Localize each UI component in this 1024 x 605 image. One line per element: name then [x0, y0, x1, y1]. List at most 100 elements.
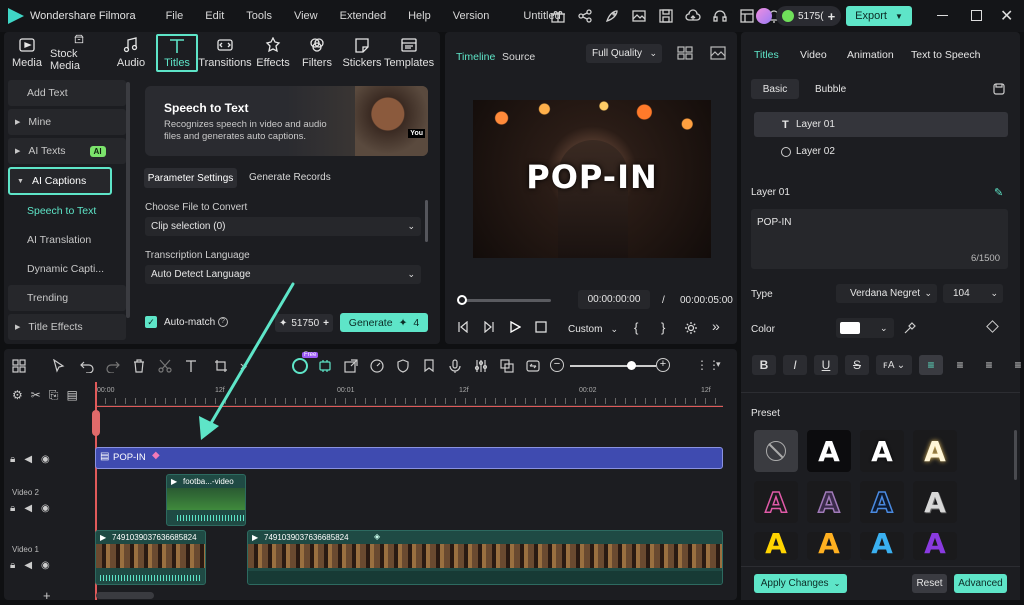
- export-button[interactable]: Export ▼: [846, 6, 912, 26]
- tab-source[interactable]: Source: [502, 51, 535, 63]
- menu-edit[interactable]: Edit: [205, 10, 224, 22]
- user-avatar[interactable]: [756, 8, 772, 24]
- save-preset-icon[interactable]: [993, 83, 1005, 95]
- text-case-button[interactable]: ꜰA ⌄: [876, 355, 912, 375]
- video1-clip-b[interactable]: ▶ 7491039037636685824 ◈: [247, 530, 723, 585]
- tab-filters[interactable]: Filters: [294, 34, 340, 72]
- sidebar-item-speech-to-text[interactable]: Speech to Text: [8, 198, 126, 224]
- tab-titles-inspector[interactable]: Titles: [754, 49, 800, 61]
- video-preview[interactable]: POP-IN: [473, 100, 711, 258]
- timeline-scrollbar[interactable]: [96, 592, 154, 599]
- zoom-select[interactable]: Custom ⌄: [564, 320, 622, 338]
- tab-generate-records[interactable]: Generate Records: [249, 172, 331, 183]
- file-select[interactable]: Clip selection (0) ⌄: [145, 217, 421, 236]
- params-scrollbar[interactable]: [425, 200, 428, 242]
- hide-icon[interactable]: ◉: [41, 560, 50, 571]
- preset-shadow-white[interactable]: A: [860, 430, 904, 472]
- snapshot-icon[interactable]: [710, 46, 726, 60]
- automatch-checkbox[interactable]: ✓: [145, 316, 157, 328]
- mark-in-icon[interactable]: {: [634, 320, 638, 335]
- lock-icon[interactable]: 🔒︎: [10, 454, 15, 465]
- ai-copilot-icon[interactable]: [318, 359, 332, 373]
- bold-button[interactable]: B: [752, 355, 776, 375]
- preset-glow-cream[interactable]: A: [913, 430, 957, 472]
- italic-button[interactable]: I: [783, 355, 807, 375]
- mark-out-icon[interactable]: }: [661, 320, 665, 335]
- preset-scrollbar[interactable]: [1014, 430, 1017, 480]
- eyedropper-icon[interactable]: [904, 322, 916, 334]
- preset-plain-white[interactable]: A: [807, 430, 851, 472]
- lock-icon[interactable]: 🔒︎: [10, 503, 15, 514]
- mixer-icon[interactable]: [474, 359, 488, 373]
- undo-icon[interactable]: [80, 359, 94, 373]
- mute-icon[interactable]: ◀: [24, 560, 32, 571]
- unlink-icon[interactable]: ✂: [31, 388, 41, 403]
- mute-icon[interactable]: ◀: [24, 454, 32, 465]
- menu-help[interactable]: Help: [408, 10, 431, 22]
- tab-animation-inspector[interactable]: Animation: [847, 49, 911, 61]
- preset-sky-blue[interactable]: A: [860, 532, 904, 560]
- zoom-out-icon[interactable]: −: [550, 358, 564, 372]
- title-text-area[interactable]: POP-IN 6/1500: [751, 209, 1008, 269]
- zoom-slider[interactable]: [570, 365, 656, 367]
- subtab-basic[interactable]: Basic: [751, 79, 799, 99]
- select-tool-icon[interactable]: [52, 359, 66, 373]
- subtab-bubble[interactable]: Bubble: [815, 84, 846, 95]
- save-icon[interactable]: [658, 8, 674, 24]
- replace-icon[interactable]: [500, 359, 514, 373]
- tab-effects[interactable]: Effects: [252, 34, 294, 72]
- advanced-button[interactable]: Advanced: [954, 574, 1007, 593]
- preset-neon-pink[interactable]: A: [754, 481, 798, 523]
- tab-timeline[interactable]: Timeline: [456, 51, 495, 63]
- close-icon[interactable]: ✕: [1000, 6, 1013, 26]
- headset-icon[interactable]: [712, 8, 728, 24]
- zoom-slider-handle[interactable]: [627, 361, 636, 370]
- video1-clip-a[interactable]: ▶ 7491039037636685824: [95, 530, 206, 585]
- gift-icon[interactable]: [550, 8, 566, 24]
- video2-clip[interactable]: ▶ footba...-video: [166, 474, 246, 526]
- fit-icon[interactable]: [526, 359, 540, 373]
- tab-parameter-settings[interactable]: Parameter Settings: [144, 168, 237, 188]
- align-left-button[interactable]: ≡: [919, 355, 943, 375]
- sidebar-scrollbar[interactable]: [126, 82, 130, 318]
- preset-yellow[interactable]: A: [754, 532, 798, 560]
- tab-audio[interactable]: Audio: [108, 34, 154, 72]
- tab-titles[interactable]: Titles: [156, 34, 198, 72]
- maximize-button[interactable]: [971, 10, 982, 21]
- grid-view-icon[interactable]: [677, 46, 693, 60]
- menu-version[interactable]: Version: [453, 10, 490, 22]
- settings-icon[interactable]: ⚙: [12, 388, 23, 403]
- layout-toggle-icon[interactable]: [12, 359, 26, 373]
- shield-icon[interactable]: [396, 359, 410, 373]
- align-right-button[interactable]: ≡: [977, 355, 1001, 375]
- playhead-handle[interactable]: [92, 410, 100, 436]
- tab-transitions[interactable]: Transitions: [198, 34, 252, 72]
- hide-icon[interactable]: ◉: [41, 503, 50, 514]
- cut-icon[interactable]: [158, 359, 172, 373]
- sidebar-item-add-text[interactable]: Add Text: [8, 80, 126, 106]
- stop-icon[interactable]: [535, 321, 547, 333]
- collapse-icon[interactable]: ▤: [66, 388, 77, 403]
- preset-silver[interactable]: A: [913, 481, 957, 523]
- layout-icon[interactable]: [739, 8, 755, 24]
- font-size-select[interactable]: 104 ⌄: [943, 284, 1003, 303]
- apply-changes-button[interactable]: Apply Changes ⌄: [754, 574, 847, 593]
- sidebar-item-ai-translation[interactable]: AI Translation: [8, 227, 126, 253]
- chevron-down-icon[interactable]: ▾: [716, 359, 721, 370]
- link-icon[interactable]: ⎘: [49, 388, 59, 403]
- font-select[interactable]: Verdana Negret ⌄: [836, 284, 937, 303]
- tab-text-to-speech[interactable]: Text to Speech: [911, 49, 980, 61]
- justify-button[interactable]: ≡: [1006, 355, 1024, 375]
- strikethrough-button[interactable]: S: [845, 355, 869, 375]
- preset-violet[interactable]: A: [913, 532, 957, 560]
- menu-view[interactable]: View: [294, 10, 318, 22]
- delete-icon[interactable]: [132, 359, 146, 373]
- scrub-bar[interactable]: [462, 299, 551, 302]
- title-clip[interactable]: ▤ POP-IN ◆: [95, 447, 723, 469]
- tab-templates[interactable]: Templates: [384, 34, 434, 72]
- add-track-button[interactable]: +: [43, 588, 51, 603]
- menu-extended[interactable]: Extended: [340, 10, 386, 22]
- plus-icon[interactable]: +: [828, 9, 836, 24]
- next-frame-icon[interactable]: [483, 321, 495, 333]
- underline-button[interactable]: U: [814, 355, 838, 375]
